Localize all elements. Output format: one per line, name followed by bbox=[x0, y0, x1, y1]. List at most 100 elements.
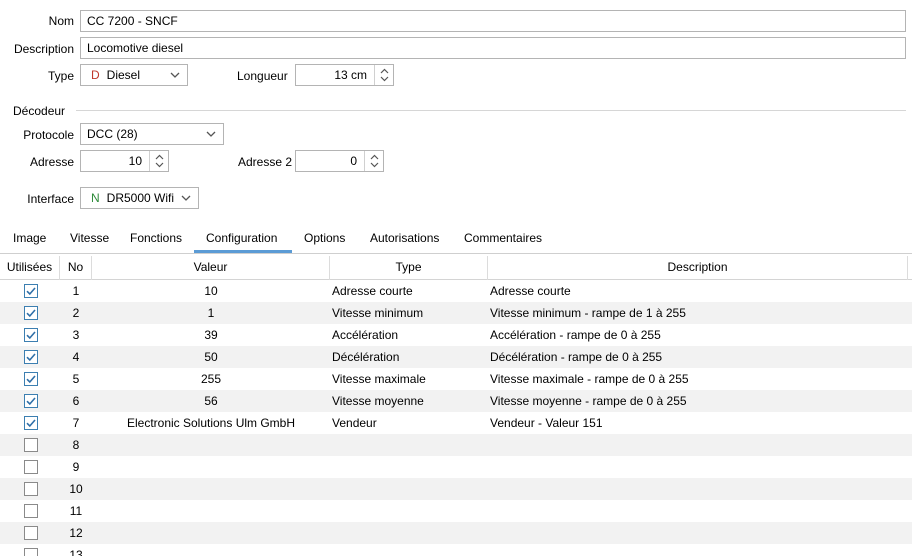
table-row[interactable]: 4 50 Décélération Décélération - rampe de 0… bbox=[0, 346, 912, 368]
cell-type bbox=[332, 500, 488, 522]
table-row[interactable]: 11 bbox=[0, 500, 912, 522]
cell-value[interactable]: 39 bbox=[92, 324, 330, 346]
longueur-label: Longueur bbox=[237, 69, 288, 83]
adresse2-value[interactable]: 0 bbox=[296, 151, 363, 171]
tab-options[interactable]: Options bbox=[304, 226, 345, 252]
diesel-letter-icon: D bbox=[91, 68, 100, 82]
type-select[interactable]: D Diesel bbox=[80, 64, 188, 86]
cell-description: Décélération - rampe de 0 à 255 bbox=[490, 350, 663, 364]
tab-autorisations[interactable]: Autorisations bbox=[370, 226, 439, 252]
cell-value[interactable]: Electronic Solutions Ulm GmbH bbox=[92, 412, 330, 434]
longueur-spinner[interactable]: 13 cm bbox=[295, 64, 394, 86]
tab-fonctions[interactable]: Fonctions bbox=[130, 226, 182, 252]
used-checkbox[interactable] bbox=[24, 482, 38, 496]
table-row[interactable]: 5 255 Vitesse maximale Vitesse maximale - r… bbox=[0, 368, 912, 390]
cell-description bbox=[490, 500, 910, 522]
cell-no: 11 bbox=[69, 504, 83, 518]
cell-value[interactable]: 56 bbox=[92, 390, 330, 412]
cell-type bbox=[332, 522, 488, 544]
used-checkbox[interactable] bbox=[24, 526, 38, 540]
table-row[interactable]: 12 bbox=[0, 522, 912, 544]
cell-no: 10 bbox=[69, 482, 83, 496]
nom-field[interactable]: CC 7200 - SNCF bbox=[80, 10, 906, 32]
cell-description bbox=[490, 456, 910, 478]
table-row[interactable]: 3 39 Accélération Accélération - rampe de 0… bbox=[0, 324, 912, 346]
cell-no: 2 bbox=[72, 306, 80, 320]
cell-no: 6 bbox=[72, 394, 80, 408]
cell-no: 4 bbox=[72, 350, 80, 364]
cell-description bbox=[490, 522, 910, 544]
used-checkbox[interactable] bbox=[24, 306, 38, 320]
used-checkbox[interactable] bbox=[24, 548, 38, 556]
table-row[interactable]: 7 Electronic Solutions Ulm GmbH Vendeur Ven… bbox=[0, 412, 912, 434]
cell-value[interactable] bbox=[92, 500, 330, 522]
used-checkbox[interactable] bbox=[24, 350, 38, 364]
table-row[interactable]: 10 bbox=[0, 478, 912, 500]
cell-value[interactable]: 10 bbox=[92, 280, 330, 302]
table-row[interactable]: 1 10 Adresse courte Adresse courte bbox=[0, 280, 912, 302]
interface-select-value: DR5000 Wifi bbox=[106, 191, 175, 205]
protocole-select-value: DCC (28) bbox=[87, 127, 138, 141]
used-checkbox[interactable] bbox=[24, 394, 38, 408]
used-checkbox[interactable] bbox=[24, 438, 38, 452]
cell-value[interactable] bbox=[92, 434, 330, 456]
longueur-value[interactable]: 13 cm bbox=[296, 65, 373, 85]
tab-image[interactable]: Image bbox=[13, 226, 46, 252]
cell-no: 9 bbox=[72, 460, 80, 474]
spinner-arrows-icon[interactable] bbox=[364, 151, 383, 171]
table-row[interactable]: 8 bbox=[0, 434, 912, 456]
used-checkbox[interactable] bbox=[24, 328, 38, 342]
decoder-section-label: Décodeur bbox=[13, 104, 66, 118]
cell-type: Accélération bbox=[332, 328, 399, 342]
cell-type: Adresse courte bbox=[332, 284, 413, 298]
tab-vitesse[interactable]: Vitesse bbox=[70, 226, 109, 252]
cell-description bbox=[490, 544, 910, 556]
adresse2-label: Adresse 2 bbox=[238, 155, 293, 169]
tab-commentaires[interactable]: Commentaires bbox=[464, 226, 542, 252]
cell-value[interactable]: 1 bbox=[92, 302, 330, 324]
table-row[interactable]: 2 1 Vitesse minimum Vitesse minimum - rampe… bbox=[0, 302, 912, 324]
cell-type bbox=[332, 478, 488, 500]
table-row[interactable]: 6 56 Vitesse moyenne Vitesse moyenne - ramp… bbox=[0, 390, 912, 412]
cell-type: Vendeur bbox=[332, 416, 377, 430]
used-checkbox[interactable] bbox=[24, 372, 38, 386]
cell-value[interactable]: 255 bbox=[92, 368, 330, 390]
cell-value[interactable] bbox=[92, 456, 330, 478]
check-icon bbox=[26, 353, 36, 362]
protocole-select[interactable]: DCC (28) bbox=[80, 123, 224, 145]
cell-no: 8 bbox=[72, 438, 80, 452]
cell-no: 1 bbox=[72, 284, 80, 298]
tab-bar-border bbox=[0, 253, 912, 254]
used-checkbox[interactable] bbox=[24, 284, 38, 298]
tab-bar: Image Vitesse Fonctions Configuration Op… bbox=[0, 226, 912, 252]
cell-value[interactable]: 50 bbox=[92, 346, 330, 368]
description-field[interactable]: Locomotive diesel bbox=[80, 37, 906, 59]
table-row[interactable]: 9 bbox=[0, 456, 912, 478]
cell-type: Vitesse maximale bbox=[332, 372, 426, 386]
header-used[interactable]: Utilisées bbox=[0, 256, 60, 280]
adresse-spinner[interactable]: 10 bbox=[80, 150, 169, 172]
cell-no: 13 bbox=[69, 548, 83, 556]
interface-select[interactable]: N DR5000 Wifi bbox=[80, 187, 199, 209]
cell-value[interactable] bbox=[92, 522, 330, 544]
header-no[interactable]: No bbox=[60, 256, 92, 280]
cell-no: 3 bbox=[72, 328, 80, 342]
header-type[interactable]: Type bbox=[330, 256, 488, 280]
header-value[interactable]: Valeur bbox=[92, 256, 330, 280]
used-checkbox[interactable] bbox=[24, 460, 38, 474]
adresse-label: Adresse bbox=[29, 155, 74, 169]
cell-no: 5 bbox=[72, 372, 80, 386]
used-checkbox[interactable] bbox=[24, 416, 38, 430]
header-description[interactable]: Description bbox=[488, 256, 908, 280]
spinner-arrows-icon[interactable] bbox=[149, 151, 168, 171]
cell-value[interactable] bbox=[92, 544, 330, 556]
used-checkbox[interactable] bbox=[24, 504, 38, 518]
spinner-arrows-icon[interactable] bbox=[374, 65, 393, 85]
adresse2-spinner[interactable]: 0 bbox=[295, 150, 384, 172]
nom-label: Nom bbox=[48, 14, 74, 28]
tab-configuration[interactable]: Configuration bbox=[206, 226, 277, 252]
table-row[interactable]: 13 bbox=[0, 544, 912, 556]
type-label: Type bbox=[47, 69, 74, 83]
adresse-value[interactable]: 10 bbox=[81, 151, 148, 171]
cell-value[interactable] bbox=[92, 478, 330, 500]
